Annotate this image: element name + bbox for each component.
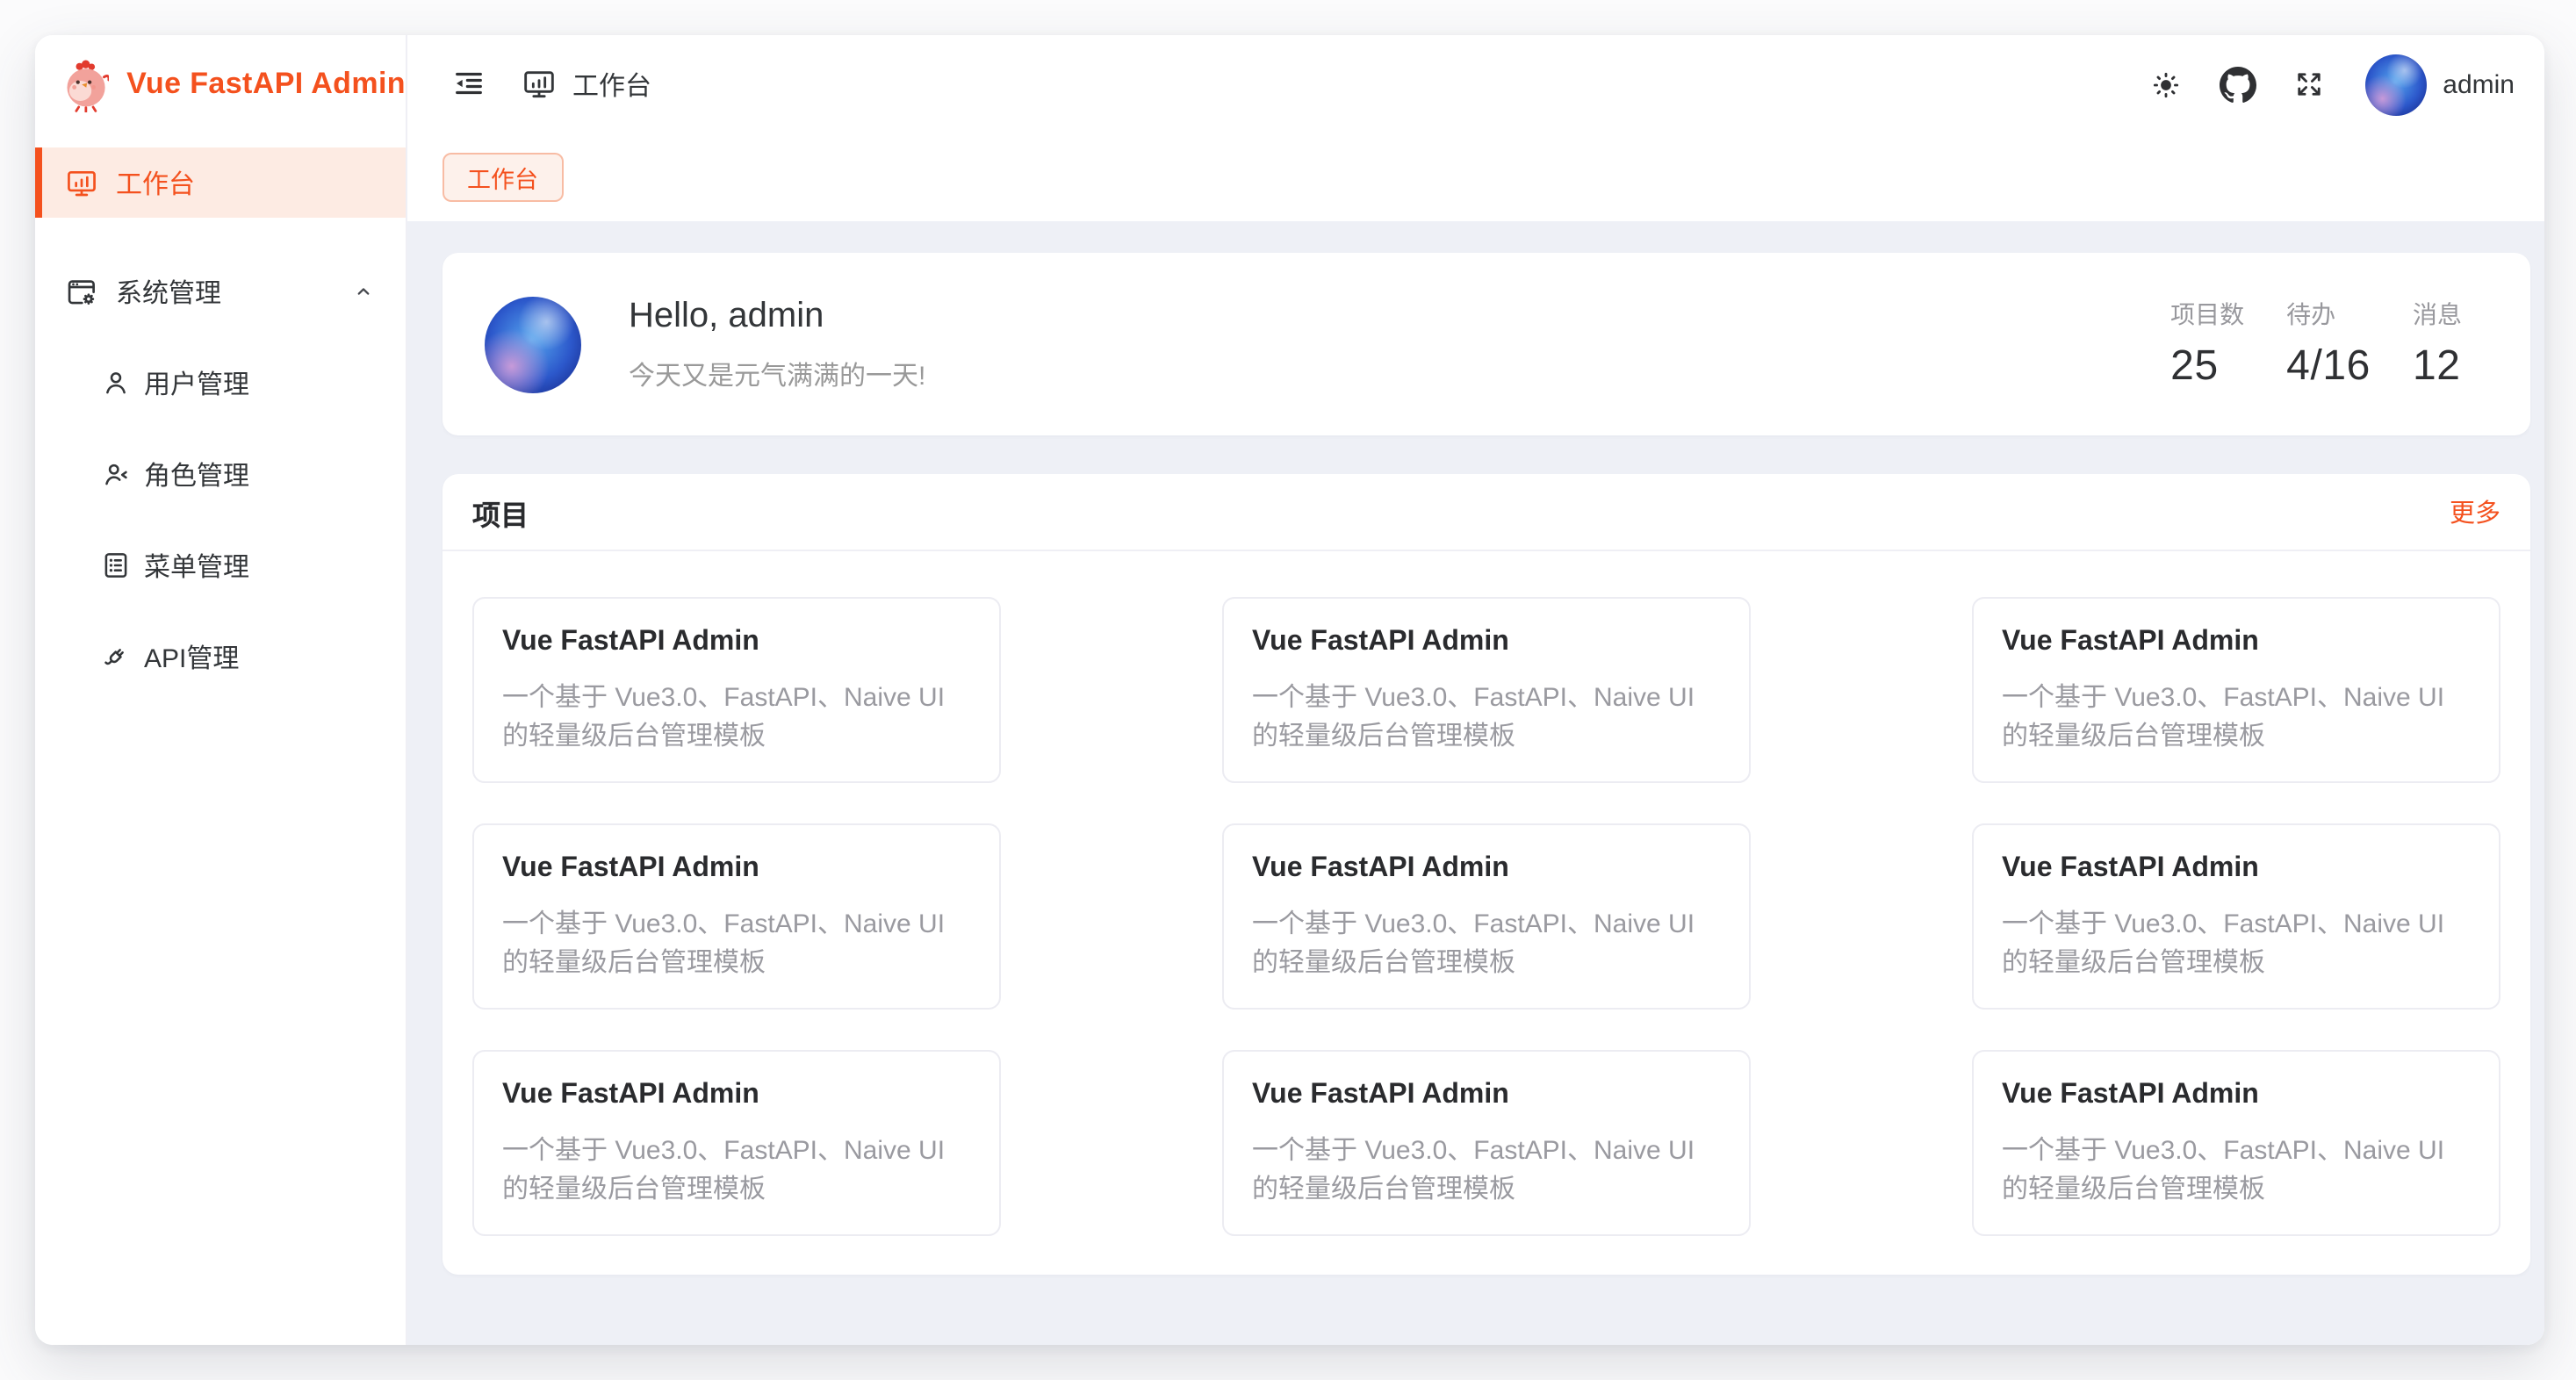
github-button[interactable] [2209, 54, 2265, 114]
sidebar-item-label: 菜单管理 [144, 547, 249, 584]
stats: 项目数 25 待办 4/16 消息 12 [2170, 297, 2486, 392]
stat-label: 消息 [2413, 297, 2486, 332]
project-card[interactable]: Vue FastAPI Admin 一个基于 Vue3.0、FastAPI、Na… [1972, 823, 2500, 1010]
projects-grid: Vue FastAPI Admin 一个基于 Vue3.0、FastAPI、Na… [443, 551, 2530, 1236]
sidebar: Vue FastAPI Admin 工作台 [35, 35, 407, 1345]
project-description: 一个基于 Vue3.0、FastAPI、Naive UI 的轻量级后台管理模板 [502, 1132, 971, 1210]
project-card[interactable]: Vue FastAPI Admin 一个基于 Vue3.0、FastAPI、Na… [1972, 1050, 2500, 1236]
projects-card: 项目 更多 Vue FastAPI Admin 一个基于 Vue3.0、Fast… [443, 474, 2530, 1275]
project-card[interactable]: Vue FastAPI Admin 一个基于 Vue3.0、FastAPI、Na… [472, 823, 1001, 1010]
projects-title: 项目 [472, 491, 529, 533]
project-description: 一个基于 Vue3.0、FastAPI、Naive UI 的轻量级后台管理模板 [2002, 1132, 2471, 1210]
profile-avatar [485, 296, 581, 392]
sidebar-item-label: API管理 [144, 638, 239, 675]
person-arrow-icon [100, 458, 132, 490]
breadcrumb[interactable]: 工作台 [522, 66, 651, 103]
project-title: Vue FastAPI Admin [1252, 627, 1721, 658]
app-window: Vue FastAPI Admin 工作台 [35, 35, 2544, 1345]
stat-value: 25 [2170, 342, 2244, 392]
project-card[interactable]: Vue FastAPI Admin 一个基于 Vue3.0、FastAPI、Na… [1222, 597, 1751, 783]
welcome-card: Hello, admin 今天又是元气满满的一天! 项目数 25 待办 4/16… [443, 253, 2530, 435]
github-icon [2219, 66, 2256, 103]
project-title: Vue FastAPI Admin [1252, 853, 1721, 885]
theme-toggle-button[interactable] [2137, 54, 2193, 114]
user-avatar[interactable] [2365, 54, 2427, 115]
sidebar-item-label: 角色管理 [144, 456, 249, 492]
breadcrumb-label: 工作台 [572, 66, 651, 103]
fullscreen-button[interactable] [2281, 54, 2337, 114]
project-description: 一个基于 Vue3.0、FastAPI、Naive UI 的轻量级后台管理模板 [1252, 1132, 1721, 1210]
sidebar-item-label: 工作台 [116, 164, 195, 201]
tag-workbench[interactable]: 工作台 [443, 153, 563, 202]
project-card[interactable]: Vue FastAPI Admin 一个基于 Vue3.0、FastAPI、Na… [1222, 823, 1751, 1010]
plug-icon [100, 641, 132, 672]
sidebar-item-roles[interactable]: 角色管理 [35, 439, 406, 509]
project-title: Vue FastAPI Admin [502, 627, 971, 658]
project-title: Vue FastAPI Admin [502, 1080, 971, 1111]
project-title: Vue FastAPI Admin [2002, 627, 2471, 658]
sidebar-group-system: 系统管理 用户管理 [35, 256, 406, 713]
sidebar-item-api[interactable]: API管理 [35, 622, 406, 692]
content: Hello, admin 今天又是元气满满的一天! 项目数 25 待办 4/16… [407, 221, 2544, 1345]
header: 工作台 [407, 35, 2544, 133]
app-logo[interactable]: Vue FastAPI Admin [35, 35, 406, 133]
stat-label: 项目数 [2170, 297, 2244, 332]
monitor-chart-icon [522, 67, 557, 102]
stat-value: 12 [2413, 342, 2486, 392]
project-title: Vue FastAPI Admin [1252, 1080, 1721, 1111]
project-card[interactable]: Vue FastAPI Admin 一个基于 Vue3.0、FastAPI、Na… [1222, 1050, 1751, 1236]
project-description: 一个基于 Vue3.0、FastAPI、Naive UI 的轻量级后台管理模板 [502, 906, 971, 983]
main-area: 工作台 [407, 35, 2544, 1345]
header-actions: admin [2121, 54, 2522, 115]
sun-icon [2148, 68, 2182, 101]
project-description: 一个基于 Vue3.0、FastAPI、Naive UI 的轻量级后台管理模板 [502, 679, 971, 757]
list-icon [100, 550, 132, 581]
menu-fold-icon [451, 67, 486, 102]
project-title: Vue FastAPI Admin [2002, 1080, 2471, 1111]
project-title: Vue FastAPI Admin [2002, 853, 2471, 885]
sidebar-item-menus[interactable]: 菜单管理 [35, 530, 406, 600]
person-icon [100, 367, 132, 399]
project-card[interactable]: Vue FastAPI Admin 一个基于 Vue3.0、FastAPI、Na… [1972, 597, 2500, 783]
tags-bar: 工作台 [407, 133, 2544, 221]
chevron-up-icon [351, 279, 376, 304]
project-card[interactable]: Vue FastAPI Admin 一个基于 Vue3.0、FastAPI、Na… [472, 1050, 1001, 1236]
more-link[interactable]: 更多 [2450, 493, 2500, 530]
welcome-subtitle: 今天又是元气满满的一天! [629, 356, 925, 392]
sidebar-item-label: 系统管理 [116, 273, 221, 310]
stat-item: 待办 4/16 [2286, 297, 2371, 392]
project-description: 一个基于 Vue3.0、FastAPI、Naive UI 的轻量级后台管理模板 [1252, 679, 1721, 757]
project-card[interactable]: Vue FastAPI Admin 一个基于 Vue3.0、FastAPI、Na… [472, 597, 1001, 783]
chick-logo-icon [63, 57, 109, 111]
stat-item: 消息 12 [2413, 297, 2486, 392]
username[interactable]: admin [2443, 69, 2515, 99]
sidebar-item-label: 用户管理 [144, 364, 249, 401]
stat-value: 4/16 [2286, 342, 2371, 392]
stat-item: 项目数 25 [2170, 297, 2244, 392]
sidebar-item-users[interactable]: 用户管理 [35, 348, 406, 418]
projects-header: 项目 更多 [443, 474, 2530, 551]
sidebar-menu: 工作台 系统管理 [35, 133, 406, 713]
workbench-icon [65, 166, 98, 199]
sidebar-item-system[interactable]: 系统管理 [35, 256, 406, 327]
project-description: 一个基于 Vue3.0、FastAPI、Naive UI 的轻量级后台管理模板 [1252, 906, 1721, 983]
sidebar-collapse-button[interactable] [441, 54, 497, 114]
expand-icon [2293, 68, 2325, 100]
sidebar-item-workbench[interactable]: 工作台 [35, 147, 406, 218]
window-gear-icon [65, 275, 98, 308]
stat-label: 待办 [2286, 297, 2371, 332]
app-title: Vue FastAPI Admin [126, 67, 406, 102]
welcome-text: Hello, admin 今天又是元气满满的一天! [629, 296, 925, 392]
project-description: 一个基于 Vue3.0、FastAPI、Naive UI 的轻量级后台管理模板 [2002, 679, 2471, 757]
project-description: 一个基于 Vue3.0、FastAPI、Naive UI 的轻量级后台管理模板 [2002, 906, 2471, 983]
welcome-title: Hello, admin [629, 296, 925, 336]
project-title: Vue FastAPI Admin [502, 853, 971, 885]
